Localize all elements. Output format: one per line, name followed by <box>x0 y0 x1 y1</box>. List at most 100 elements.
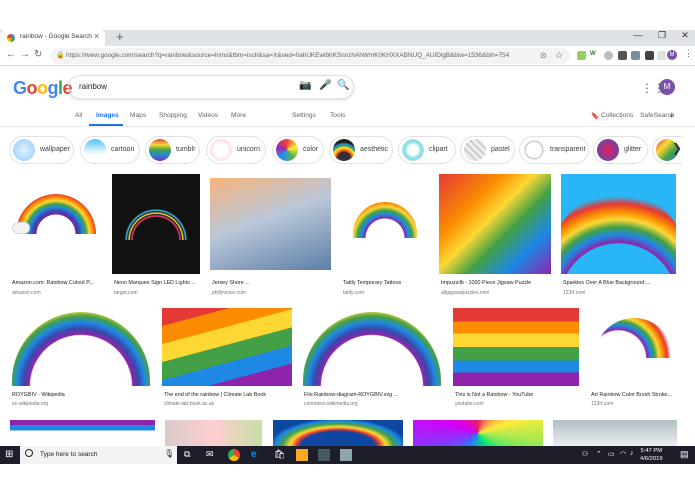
result-item[interactable]: Neon Marquee Sign LED Lights ... target.… <box>112 174 200 297</box>
flag-rainbow-image <box>453 308 579 386</box>
windows-start-icon[interactable]: ⊞ <box>5 449 13 460</box>
show-hidden-icons-icon[interactable]: ⌃ <box>596 450 602 458</box>
result-item[interactable]: Jersey Shore ... phillyvoice.com <box>210 178 331 297</box>
settings-link[interactable]: Settings <box>292 112 316 119</box>
bookmark-star-icon[interactable]: ☆ <box>555 50 563 61</box>
chip-thumbnail <box>402 139 424 161</box>
chip-label: tumblr <box>176 146 196 153</box>
result-title: Sparkles Over A Blue Background:... <box>563 280 651 286</box>
result-title: Tattly Temporary Tattoos <box>343 280 402 286</box>
chip-thumbnail <box>13 139 35 161</box>
google-logo[interactable]: Google <box>13 78 73 99</box>
search-circle-icon <box>25 449 33 457</box>
chip-cartoon[interactable]: cartoon <box>80 136 140 164</box>
sky-rainbow-image <box>210 178 331 270</box>
chip-glitter[interactable]: glitter <box>593 136 648 164</box>
chip-thumbnail <box>149 139 171 161</box>
result-title: Amazon.com: Rainbow Cutout P... <box>12 280 94 286</box>
taskbar-search-input[interactable]: Type here to search <box>40 451 97 458</box>
result-source: youtube.com <box>455 401 484 407</box>
back-icon[interactable]: ← <box>6 49 16 60</box>
chip-wallpaper[interactable]: wallpaper <box>9 136 74 164</box>
tab-maps[interactable]: Maps <box>130 112 146 119</box>
new-tab-button[interactable]: + <box>116 29 124 44</box>
profile-avatar[interactable]: M <box>667 50 677 60</box>
tab-more[interactable]: More <box>231 112 246 119</box>
result-partial-image[interactable] <box>165 420 262 446</box>
result-item[interactable]: Impuzzilb - 1000 Piece Jigsaw Puzzle all… <box>439 174 551 297</box>
search-box[interactable]: rainbow 📷 🎤 🔍 <box>68 75 354 99</box>
search-icon[interactable]: 🔍 <box>337 80 349 91</box>
reload-icon[interactable]: ↻ <box>34 49 42 60</box>
stripe-rainbow-image <box>162 308 292 386</box>
result-partial-image[interactable] <box>273 420 403 446</box>
chip-clipart[interactable]: clipart <box>398 136 456 164</box>
result-item[interactable]: This is Not a Rainbow - YouTube youtube.… <box>453 308 579 407</box>
address-bar[interactable]: 🔒 https://www.google.com/search?q=rainbo… <box>50 48 570 64</box>
chip-aesthetic[interactable]: aesthetic <box>329 136 393 164</box>
tools-link[interactable]: Tools <box>330 112 345 119</box>
app-taskbar-icon-2[interactable] <box>340 449 352 461</box>
chip-tumblr[interactable]: tumblr <box>145 136 200 164</box>
extension-shield-icon[interactable] <box>604 51 613 60</box>
extension-c-icon[interactable] <box>645 51 654 60</box>
people-icon[interactable]: ⚇ <box>582 450 588 458</box>
extension-dark-icon[interactable] <box>618 51 627 60</box>
tab-shopping[interactable]: Shopping <box>159 112 187 119</box>
camera-icon[interactable]: 📷 <box>299 80 311 91</box>
account-avatar[interactable]: M <box>659 79 675 95</box>
browser-tab[interactable]: rainbow - Google Search × <box>0 30 105 46</box>
extension-icon[interactable] <box>577 51 586 60</box>
chip-pastel[interactable]: pastel <box>460 136 515 164</box>
result-item[interactable]: Tattly Temporary Tattoos tattly.com <box>341 174 429 297</box>
safesearch-dropdown-icon[interactable]: ▾ <box>670 112 673 120</box>
file-explorer-icon[interactable] <box>296 449 308 461</box>
menu-kebab-icon[interactable]: ⋮ <box>684 48 693 59</box>
collections-icon[interactable]: 🔖 <box>591 112 599 120</box>
result-item[interactable]: ROYGBIV - Wikipedia en.wikipedia.org <box>10 308 152 407</box>
result-item[interactable]: Art Rainbow Color Brush Stroke... 123rf.… <box>589 308 677 407</box>
result-item[interactable]: File:Rainbow-diagram-ROYGBIV.svg ... com… <box>302 308 442 407</box>
tab-all[interactable]: All <box>75 112 82 119</box>
result-item[interactable]: The end of the rainbow | Climate Lab Boo… <box>162 308 292 407</box>
chip-transparent[interactable]: transparent <box>519 136 589 164</box>
result-partial-image[interactable] <box>553 420 677 446</box>
result-source: climate-lab-book.ac.uk <box>164 401 215 407</box>
tab-videos[interactable]: Videos <box>198 112 218 119</box>
extension-doc-icon[interactable] <box>657 51 666 60</box>
chip-color[interactable]: color <box>272 136 324 164</box>
extension-grey-icon[interactable] <box>631 51 640 60</box>
collections-link[interactable]: Collections <box>601 112 633 119</box>
taskbar-search[interactable]: Type here to search 🎙 <box>20 446 177 464</box>
wifi-icon[interactable]: ◠ <box>620 450 626 458</box>
task-view-icon[interactable]: ⧉ <box>184 449 196 461</box>
extension-w-icon[interactable]: W <box>590 51 599 60</box>
result-item[interactable]: Sparkles Over A Blue Background:... 123r… <box>561 174 676 297</box>
taskbar-clock[interactable]: 5:47 PM 4/6/2019 <box>640 447 663 463</box>
action-center-icon[interactable]: ▤ <box>680 449 689 460</box>
app-taskbar-icon[interactable] <box>318 449 330 461</box>
search-input[interactable]: rainbow <box>79 82 107 91</box>
result-title: Jersey Shore ... <box>212 280 250 286</box>
microphone-icon[interactable]: 🎤 <box>319 80 331 91</box>
volume-icon[interactable]: ♪ <box>630 450 634 457</box>
chip-next-arrow-icon[interactable]: ❯ <box>672 141 682 155</box>
site-settings-icon[interactable]: ⊙ <box>540 51 547 60</box>
taskbar-mic-icon[interactable]: 🎙 <box>164 449 174 458</box>
close-tab-icon[interactable]: × <box>94 31 99 41</box>
close-window-icon[interactable]: ✕ <box>675 30 695 41</box>
result-partial-image[interactable] <box>413 420 543 446</box>
forward-icon[interactable]: → <box>20 49 30 60</box>
store-taskbar-icon[interactable]: 🛍 <box>274 449 286 461</box>
mail-icon[interactable]: ✉ <box>206 449 218 461</box>
result-source: phillyvoice.com <box>212 290 246 296</box>
edge-taskbar-icon[interactable]: e <box>251 449 263 461</box>
maximize-icon[interactable]: ❐ <box>652 30 672 41</box>
result-partial-image[interactable] <box>10 420 155 446</box>
chrome-taskbar-icon[interactable] <box>228 449 240 461</box>
battery-icon[interactable]: ▭ <box>608 450 615 458</box>
minimize-icon[interactable]: — <box>628 30 648 40</box>
chip-unicorn[interactable]: unicorn <box>206 136 266 164</box>
result-item[interactable]: Amazon.com: Rainbow Cutout P... amazon.c… <box>10 174 102 297</box>
tab-images[interactable]: Images <box>96 112 119 119</box>
